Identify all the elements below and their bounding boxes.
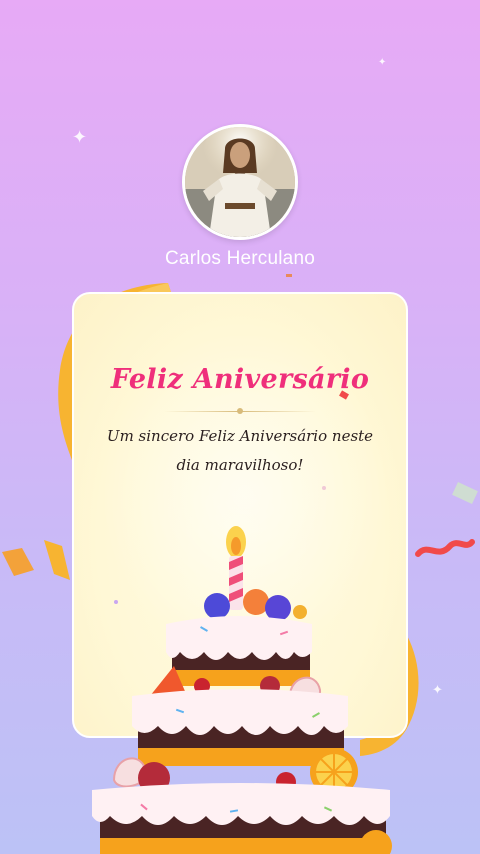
sparkle-icon: ✦ — [432, 683, 443, 698]
avatar[interactable] — [182, 124, 298, 240]
card-message: Um sincero Feliz Aniversário neste dia m… — [106, 427, 374, 474]
sparkle-icon: ✦ — [378, 57, 387, 68]
avatar-portrait — [185, 127, 295, 237]
ribbon-decoration — [415, 482, 478, 557]
card-title: Feliz Aniversário — [110, 364, 370, 395]
sparkle-icon: ✦ — [72, 127, 88, 148]
confetti-piece — [322, 486, 326, 490]
ribbon-decoration — [2, 540, 70, 580]
divider-ornament — [237, 408, 243, 414]
candle-icon — [226, 526, 246, 610]
birthday-cake-illustration — [92, 526, 392, 854]
user-name: Carlos Herculano — [165, 248, 315, 269]
confetti-piece — [286, 274, 292, 277]
